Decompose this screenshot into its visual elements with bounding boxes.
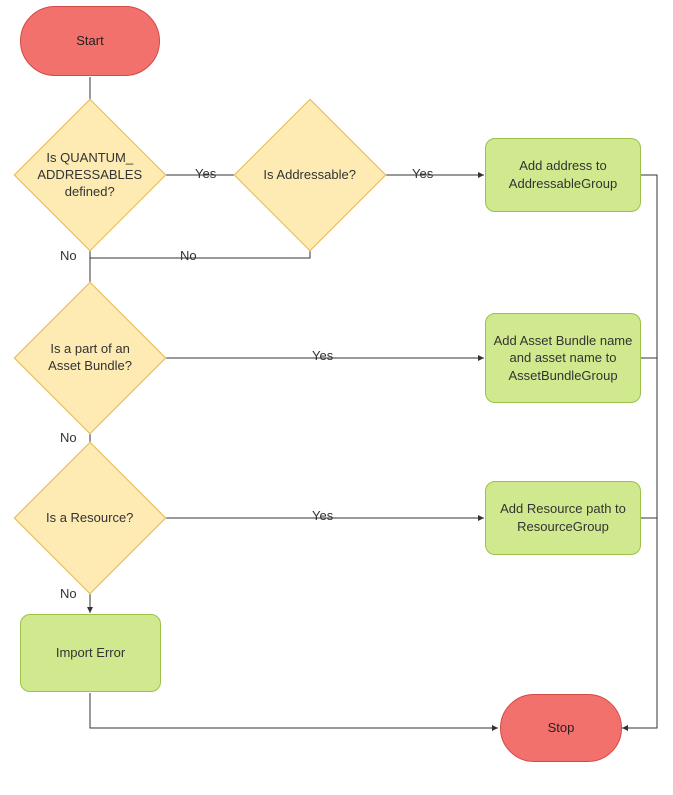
process-add-addressable: Add address to AddressableGroup xyxy=(485,138,641,212)
start-label: Start xyxy=(76,32,103,50)
process-label: Add Resource path to ResourceGroup xyxy=(486,500,640,535)
edge-label-no: No xyxy=(60,586,77,601)
decision-quantum-addressables: Is QUANTUM_ ADDRESSABLES defined? xyxy=(36,121,144,229)
edge-label-no: No xyxy=(60,248,77,263)
edge-label-yes: Yes xyxy=(312,348,333,363)
stop-label: Stop xyxy=(548,719,575,737)
decision-label: Is a Resource? xyxy=(37,510,143,527)
process-label: Add Asset Bundle name and asset name to … xyxy=(486,332,640,385)
decision-label: Is Addressable? xyxy=(257,167,363,184)
edge-label-yes: Yes xyxy=(195,166,216,181)
decision-label: Is a part of an Asset Bundle? xyxy=(37,341,143,375)
process-label: Import Error xyxy=(56,644,125,662)
process-add-assetbundle: Add Asset Bundle name and asset name to … xyxy=(485,313,641,403)
decision-label: Is QUANTUM_ ADDRESSABLES defined? xyxy=(37,150,143,201)
edge-label-yes: Yes xyxy=(312,508,333,523)
edge-label-no: No xyxy=(60,430,77,445)
start-node: Start xyxy=(20,6,160,76)
process-import-error: Import Error xyxy=(20,614,161,692)
flowchart-canvas: Start Is QUANTUM_ ADDRESSABLES defined? … xyxy=(0,0,673,795)
edge-label-yes: Yes xyxy=(412,166,433,181)
decision-is-addressable: Is Addressable? xyxy=(256,121,364,229)
edge-label-no: No xyxy=(180,248,197,263)
stop-node: Stop xyxy=(500,694,622,762)
decision-asset-bundle: Is a part of an Asset Bundle? xyxy=(36,304,144,412)
decision-is-resource: Is a Resource? xyxy=(36,464,144,572)
process-label: Add address to AddressableGroup xyxy=(486,157,640,192)
process-add-resource: Add Resource path to ResourceGroup xyxy=(485,481,641,555)
